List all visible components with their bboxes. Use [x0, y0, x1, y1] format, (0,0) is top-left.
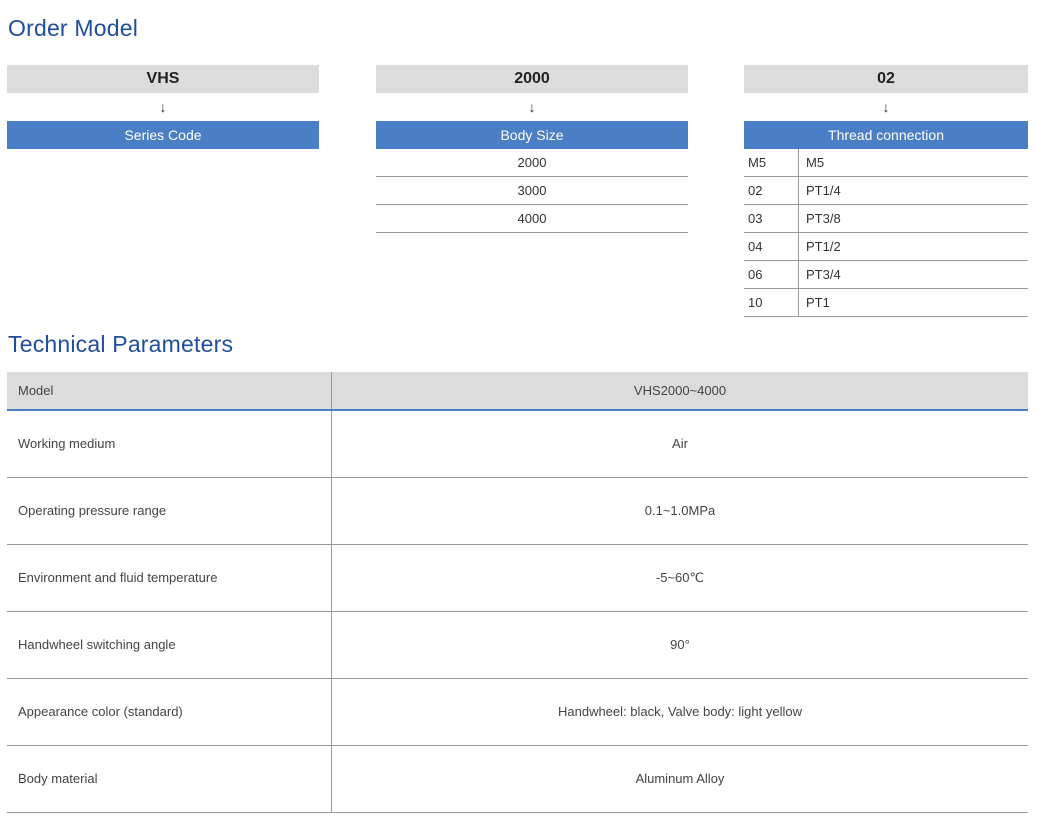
series-code-column: VHS ↓ Series Code	[7, 65, 319, 149]
body-size-header: Body Size	[376, 121, 688, 149]
down-arrow-icon: ↓	[159, 99, 167, 115]
technical-parameters-title: Technical Parameters	[8, 331, 234, 357]
thread-option-code: 04	[744, 233, 799, 260]
series-code-header: Series Code	[7, 121, 319, 149]
parameter-name: Operating pressure range	[7, 477, 332, 544]
table-row: Working medium Air	[7, 410, 1028, 477]
thread-option-code: M5	[744, 149, 799, 176]
table-row: Appearance color (standard) Handwheel: bl…	[7, 678, 1028, 745]
thread-option-value: PT1/2	[806, 239, 841, 254]
thread-option-row: 06 PT3/4	[744, 261, 1028, 289]
parameter-value: 0.1~1.0MPa	[644, 503, 716, 518]
thread-connection-column: 02 ↓ Thread connection M5 M5 02 PT1/4 03 PT3/…	[744, 65, 1028, 317]
series-code-value: VHS	[7, 65, 319, 93]
down-arrow-icon: ↓	[882, 99, 890, 115]
parameter-name: Environment and fluid temperature	[7, 544, 332, 611]
thread-option-code: 02	[744, 177, 799, 204]
technical-parameters-table: Model VHS2000~4000 Working medium Air Oper…	[7, 372, 1028, 813]
order-model-title: Order Model	[8, 15, 139, 41]
thread-option-code: 03	[744, 205, 799, 232]
parameter-value: Air	[672, 436, 688, 452]
thread-option-value: PT3/8	[806, 211, 841, 226]
model-value: VHS2000~4000	[633, 383, 727, 398]
body-size-options: 2000 3000 4000	[376, 149, 688, 233]
thread-option-row: 04 PT1/2	[744, 233, 1028, 261]
parameter-name: Working medium	[7, 410, 332, 477]
thread-option-value: PT3/4	[806, 267, 841, 282]
body-size-option: 2000	[376, 149, 688, 177]
thread-connection-header: Thread connection	[744, 121, 1028, 149]
parameter-name: Body material	[7, 745, 332, 812]
thread-option-value: PT1	[806, 295, 830, 310]
thread-option-value: M5	[806, 155, 825, 170]
thread-option-value: PT1/4	[806, 183, 841, 198]
model-label: Model	[7, 372, 332, 410]
thread-option-code: 10	[744, 289, 799, 316]
down-arrow-icon: ↓	[528, 99, 536, 115]
table-row: Body material Aluminum Alloy	[7, 745, 1028, 812]
table-body: Working medium Air Operating pressure rang…	[7, 410, 1028, 812]
body-size-value: 2000	[376, 65, 688, 93]
body-size-column: 2000 ↓ Body Size 2000 3000 4000	[376, 65, 688, 233]
thread-option-code: 06	[744, 261, 799, 288]
parameter-value: -5~60℃	[655, 569, 705, 585]
thread-option-row: M5 M5	[744, 149, 1028, 177]
parameter-name: Handwheel switching angle	[7, 611, 332, 678]
thread-option-row: 10 PT1	[744, 289, 1028, 317]
parameter-value: Handwheel: black, Valve body: light yell…	[557, 704, 802, 719]
thread-option-row: 02 PT1/4	[744, 177, 1028, 205]
thread-code-value: 02	[744, 65, 1028, 93]
table-row: Handwheel switching angle 90°	[7, 611, 1028, 678]
body-size-option: 3000	[376, 177, 688, 205]
thread-connection-options: M5 M5 02 PT1/4 03 PT3/8 04 PT1/2 06 PT3/4 10 PT1	[744, 149, 1028, 317]
body-size-option: 4000	[376, 205, 688, 233]
table-header-row: Model VHS2000~4000	[7, 372, 1028, 410]
parameter-value: Aluminum Alloy	[635, 771, 725, 786]
parameter-value: 90°	[670, 637, 690, 652]
table-row: Operating pressure range 0.1~1.0MPa	[7, 477, 1028, 544]
table-row: Environment and fluid temperature -5~60℃	[7, 544, 1028, 611]
parameter-name: Appearance color (standard)	[7, 678, 332, 745]
thread-option-row: 03 PT3/8	[744, 205, 1028, 233]
